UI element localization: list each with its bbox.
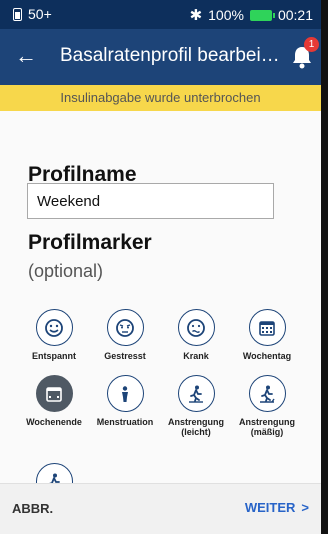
back-arrow-icon[interactable]: ← <box>13 42 39 70</box>
marker-label: Entspannt <box>32 351 76 361</box>
marker-label: Gestresst <box>104 351 146 361</box>
chevron-right-icon: > <box>301 500 309 515</box>
marker-label: Menstruation <box>96 417 154 427</box>
next-button[interactable]: WEITER > <box>245 500 309 515</box>
status-bar: 50+ ✱ 100% 00:21 <box>0 0 321 29</box>
marker-anstrengung-leicht[interactable]: Anstrengung (leicht) <box>160 375 232 437</box>
battery-icon <box>249 9 275 21</box>
running-moderate-icon <box>248 375 286 412</box>
marker-gestresst[interactable]: Gestresst <box>89 309 161 361</box>
screen: 50+ ✱ 100% 00:21 ← Basalratenprofil bear… <box>0 0 328 534</box>
marker-krank[interactable]: Krank <box>160 309 232 361</box>
bluetooth-icon: ✱ <box>189 7 203 24</box>
marker-anstrengung-intensiv[interactable] <box>18 463 90 483</box>
notification-badge: 1 <box>304 37 319 52</box>
marker-anstrengung-maessig[interactable]: Anstrengung (mäßig) <box>231 375 303 437</box>
marker-label: Wochentag <box>242 351 292 361</box>
running-light-icon <box>177 375 215 412</box>
main-content: Profilname Weekend Profilmarker (optiona… <box>0 111 321 483</box>
profile-marker-heading: Profilmarker <box>28 231 152 254</box>
status-left-text: 50+ <box>28 6 52 22</box>
cancel-button[interactable]: ABBR. <box>12 501 53 516</box>
stressed-face-icon <box>106 309 144 346</box>
page-title: Basalratenprofil bearbei… <box>60 45 280 66</box>
running-hard-icon <box>35 463 73 483</box>
optional-label: (optional) <box>28 261 104 281</box>
clock: 00:21 <box>277 7 313 23</box>
marker-label: Wochenende <box>26 417 82 427</box>
sim-card-icon <box>13 7 22 21</box>
marker-label: Krank <box>183 351 209 361</box>
relaxed-face-icon <box>35 309 73 346</box>
person-icon <box>106 375 144 412</box>
marker-wochenende[interactable]: Wochenende <box>18 375 90 427</box>
marker-label: Anstrengung (mäßig) <box>239 417 295 437</box>
status-banner: Insulinabgabe wurde unterbrochen <box>0 85 321 111</box>
marker-entspannt[interactable]: Entspannt <box>18 309 90 361</box>
calendar-weekday-icon <box>248 309 286 346</box>
sick-face-icon <box>177 309 215 346</box>
marker-menstruation[interactable]: Menstruation <box>89 375 161 427</box>
app-bar: ← Basalratenprofil bearbei… 1 <box>0 29 321 85</box>
battery-percent: 100% <box>208 7 244 23</box>
bottom-action-bar: ABBR. WEITER > <box>0 483 321 534</box>
marker-wochentag[interactable]: Wochentag <box>231 309 303 361</box>
device-edge <box>321 0 328 534</box>
marker-label: Anstrengung (leicht) <box>168 417 224 437</box>
profile-name-input[interactable]: Weekend <box>27 183 274 219</box>
next-button-label: WEITER <box>244 500 296 515</box>
calendar-weekend-icon <box>35 375 73 412</box>
